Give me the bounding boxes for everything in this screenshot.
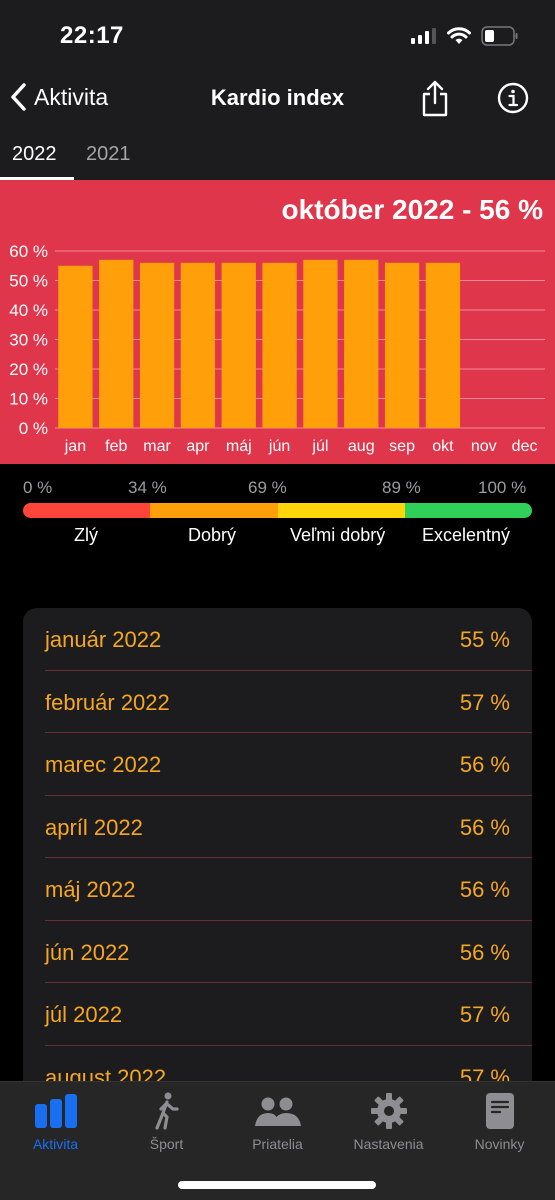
- y-tick-label: 0 %: [19, 419, 48, 438]
- x-tick-label: aug: [348, 438, 375, 455]
- battery-icon: [481, 26, 518, 46]
- bar-mar[interactable]: [139, 262, 175, 428]
- bar-jan[interactable]: [58, 265, 93, 428]
- list-item-value: 57 %: [459, 689, 510, 715]
- tab-2022[interactable]: 2022: [12, 143, 57, 166]
- x-tick-label: nov: [471, 438, 497, 455]
- list-item-month: február 2022: [45, 689, 170, 715]
- tab-bar-item-novinky[interactable]: Novinky: [444, 1090, 555, 1152]
- scale-label-excellent: Excelentný: [422, 525, 511, 545]
- x-tick-label: júl: [311, 438, 328, 455]
- tab-bar-label: Novinky: [474, 1136, 525, 1152]
- info-icon: [497, 82, 529, 114]
- status-icons: [411, 26, 519, 46]
- bar-júl[interactable]: [303, 259, 338, 428]
- x-tick-label: feb: [105, 438, 127, 455]
- info-button[interactable]: [497, 82, 529, 119]
- home-indicator: [178, 1181, 376, 1189]
- cardio-index-chart: 0 % 10 % 20 % 30 % 40 % 50 % 60 % jan feb mar apr m…: [0, 180, 555, 464]
- share-icon: [422, 80, 448, 117]
- list-item-value: 56 %: [459, 939, 510, 965]
- tab-bar-item-aktivita[interactable]: Aktivita: [0, 1090, 111, 1152]
- list-item-month: marec 2022: [45, 752, 162, 777]
- list-item-value: 57 %: [459, 1002, 510, 1027]
- list-item-month: júl 2022: [45, 1002, 123, 1027]
- tab-bar-item-sport[interactable]: Šport: [111, 1090, 222, 1152]
- x-tick-label: apr: [186, 438, 210, 455]
- list-item-month: apríl 2022: [45, 814, 143, 840]
- year-tabs: 2022 2021: [0, 128, 555, 180]
- y-tick-label: 50 %: [9, 272, 48, 291]
- gear-icon: [370, 1093, 407, 1129]
- scale-segment-very-good: [277, 503, 405, 518]
- bar-jún[interactable]: [262, 262, 297, 428]
- tab-2021[interactable]: 2021: [86, 143, 131, 166]
- cellular-signal-icon: [411, 28, 436, 44]
- list-item[interactable]: apríl 2022 56 %: [45, 796, 532, 858]
- list-item-month: máj 2022: [45, 877, 136, 902]
- list-item-month: jún 2022: [45, 939, 130, 965]
- list-item-value: 56 %: [459, 752, 510, 777]
- x-tick-label: mar: [143, 438, 171, 455]
- list-item-month: január 2022: [45, 627, 162, 652]
- bar-apr[interactable]: [180, 262, 216, 428]
- x-tick-label: jan: [64, 438, 86, 455]
- scale-segment-excellent: [404, 503, 532, 518]
- x-tick-label: sep: [389, 438, 415, 455]
- rating-scale-bar: [23, 503, 532, 518]
- tab-bar-label: Nastavenia: [353, 1136, 424, 1152]
- scale-tick: 0 %: [23, 478, 53, 497]
- status-time: 22:17: [60, 22, 124, 49]
- bar-aug[interactable]: [344, 259, 379, 428]
- wifi-icon: [447, 27, 471, 44]
- y-tick-label: 60 %: [9, 242, 48, 261]
- tab-bar-label: Aktivita: [32, 1136, 79, 1152]
- list-item[interactable]: jún 2022 56 %: [45, 921, 532, 983]
- list-item-value: 55 %: [459, 627, 510, 652]
- bar-chart-icon: [34, 1094, 77, 1128]
- scale-label-very-good: Veľmi dobrý: [290, 525, 386, 545]
- people-icon: [254, 1097, 301, 1126]
- x-tick-label: jún: [268, 438, 290, 455]
- list-item[interactable]: február 2022 57 %: [45, 671, 532, 733]
- list-item-value: 56 %: [459, 814, 510, 840]
- monthly-list: január 2022 55 % február 2022 57 % marec…: [23, 608, 532, 1128]
- tab-bar-item-nastavenia[interactable]: Nastavenia: [333, 1090, 444, 1152]
- list-item-value: 56 %: [459, 877, 510, 902]
- scale-segment-good: [150, 503, 278, 518]
- y-tick-label: 10 %: [9, 390, 48, 409]
- bar-feb[interactable]: [99, 259, 134, 428]
- bar-sep[interactable]: [384, 262, 420, 428]
- walking-icon: [154, 1092, 179, 1130]
- scale-tick: 100 %: [478, 478, 527, 497]
- scale-tick: 34 %: [128, 478, 167, 497]
- bar-okt[interactable]: [425, 262, 461, 428]
- y-tick-label: 40 %: [9, 301, 48, 320]
- tab-bar-item-priatelia[interactable]: Priatelia: [222, 1090, 333, 1152]
- list-item[interactable]: máj 2022 56 %: [45, 858, 532, 921]
- list-item[interactable]: júl 2022 57 %: [45, 983, 532, 1046]
- navigation-bar: Aktivita Kardio index: [0, 72, 555, 128]
- document-icon: [485, 1093, 514, 1129]
- scale-tick: 69 %: [248, 478, 287, 497]
- tab-bar-label: Šport: [149, 1136, 184, 1152]
- scale-label-good: Dobrý: [188, 525, 237, 545]
- scale-label-bad: Zlý: [74, 525, 98, 545]
- x-tick-label: okt: [432, 438, 454, 455]
- list-item[interactable]: január 2022 55 %: [45, 608, 532, 671]
- chart-heading: október 2022 - 56 %: [281, 194, 543, 225]
- scale-tick: 89 %: [382, 478, 421, 497]
- status-bar: 22:17: [0, 0, 555, 72]
- x-tick-label: dec: [512, 438, 538, 455]
- scale-segment-bad: [23, 503, 151, 518]
- bar-máj[interactable]: [221, 262, 256, 428]
- list-item[interactable]: marec 2022 56 %: [45, 733, 532, 796]
- tab-bar-label: Priatelia: [252, 1136, 303, 1152]
- share-button[interactable]: [420, 78, 450, 123]
- y-tick-label: 20 %: [9, 360, 48, 379]
- y-tick-label: 30 %: [9, 331, 48, 350]
- page-title: Kardio index: [210, 85, 345, 110]
- x-tick-label: máj: [226, 438, 252, 455]
